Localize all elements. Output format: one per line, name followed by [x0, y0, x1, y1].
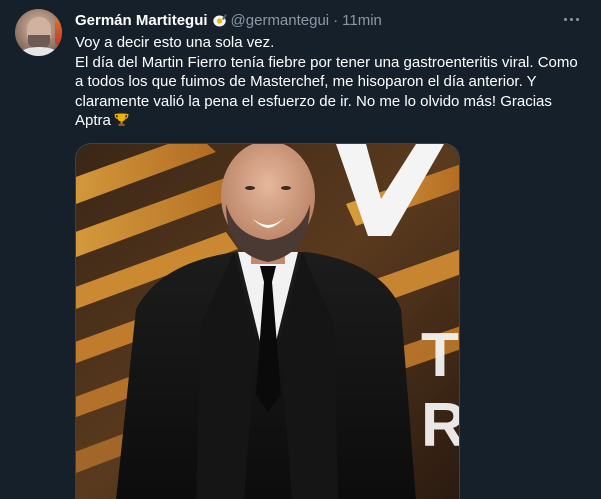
photo-image: TÍ RO — [76, 144, 460, 499]
author-handle[interactable]: @germantegui — [231, 12, 330, 29]
tweet-line-2-text: El día del Martin Fierro tenía fiebre po… — [75, 53, 578, 130]
more-dot — [575, 17, 579, 21]
tweet-line-1: Voy a decir esto una sola vez. — [75, 34, 275, 51]
backdrop-text-1: TÍ — [421, 321, 460, 390]
avatar-shirt — [20, 47, 58, 56]
tweet-photo[interactable]: TÍ RO — [75, 143, 460, 499]
more-dot — [563, 17, 567, 21]
author-name[interactable]: Germán Martitegui — [75, 12, 208, 29]
tweet-line-2: El día del Martin Fierro tenía fiebre po… — [75, 53, 590, 131]
header-separator: · — [333, 11, 339, 29]
tweet-card[interactable]: Germán Martitegui @germantegui · 11min V… — [0, 0, 601, 499]
cooking-egg-icon — [212, 13, 227, 28]
more-dot — [569, 17, 573, 21]
tweet-header: Germán Martitegui @germantegui · 11min — [75, 10, 589, 30]
avatar[interactable] — [15, 9, 62, 56]
more-options-icon[interactable] — [559, 11, 583, 27]
backdrop-text-2: RO — [421, 391, 460, 460]
trophy-icon — [114, 112, 129, 127]
tweet-text: Voy a decir esto una sola vez. El día de… — [75, 33, 590, 131]
avatar-background-accent — [55, 15, 62, 45]
tweet-timestamp[interactable]: 11min — [342, 12, 382, 29]
